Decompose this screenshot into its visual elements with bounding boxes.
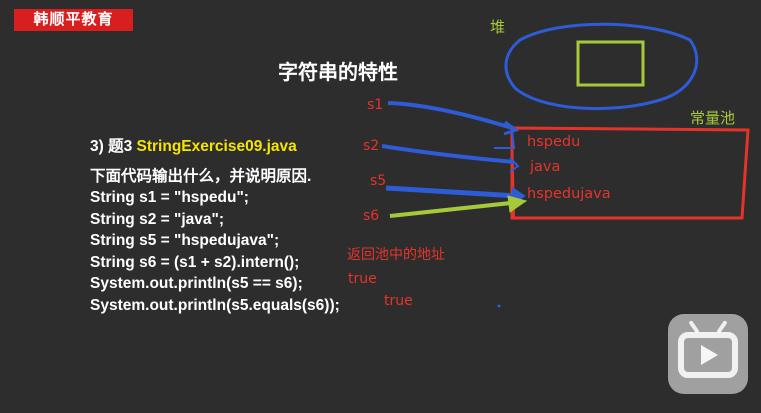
bilibili-play-icon[interactable] bbox=[668, 314, 748, 394]
slide: 韩顺平教育 字符串的特性 3) 题3 StringExercise09.java… bbox=[0, 0, 761, 413]
annotation-layer bbox=[381, 22, 750, 308]
s1-arrow bbox=[387, 101, 513, 130]
s6-arrow bbox=[389, 200, 521, 218]
result-equality: true bbox=[348, 271, 377, 287]
ref-s2: s2 bbox=[363, 138, 380, 154]
ref-s1: s1 bbox=[367, 97, 384, 113]
result-equals: true bbox=[384, 293, 413, 309]
heap-label: 堆 bbox=[490, 18, 506, 36]
ref-s6: s6 bbox=[363, 208, 380, 224]
ref-s5: s5 bbox=[370, 173, 387, 189]
heap-ellipse bbox=[504, 22, 699, 111]
pool-item-hspedujava: hspedujava bbox=[527, 186, 611, 202]
play-icon bbox=[701, 345, 718, 365]
constant-pool-label: 常量池 bbox=[690, 109, 736, 127]
heap-object-box bbox=[576, 40, 645, 87]
pool-item-hspedu: hspedu bbox=[527, 134, 581, 150]
s5-arrow bbox=[385, 185, 519, 199]
pool-item-java: java bbox=[530, 159, 561, 175]
intern-note: 返回池中的地址 bbox=[347, 247, 445, 263]
stray-dot bbox=[497, 304, 501, 308]
